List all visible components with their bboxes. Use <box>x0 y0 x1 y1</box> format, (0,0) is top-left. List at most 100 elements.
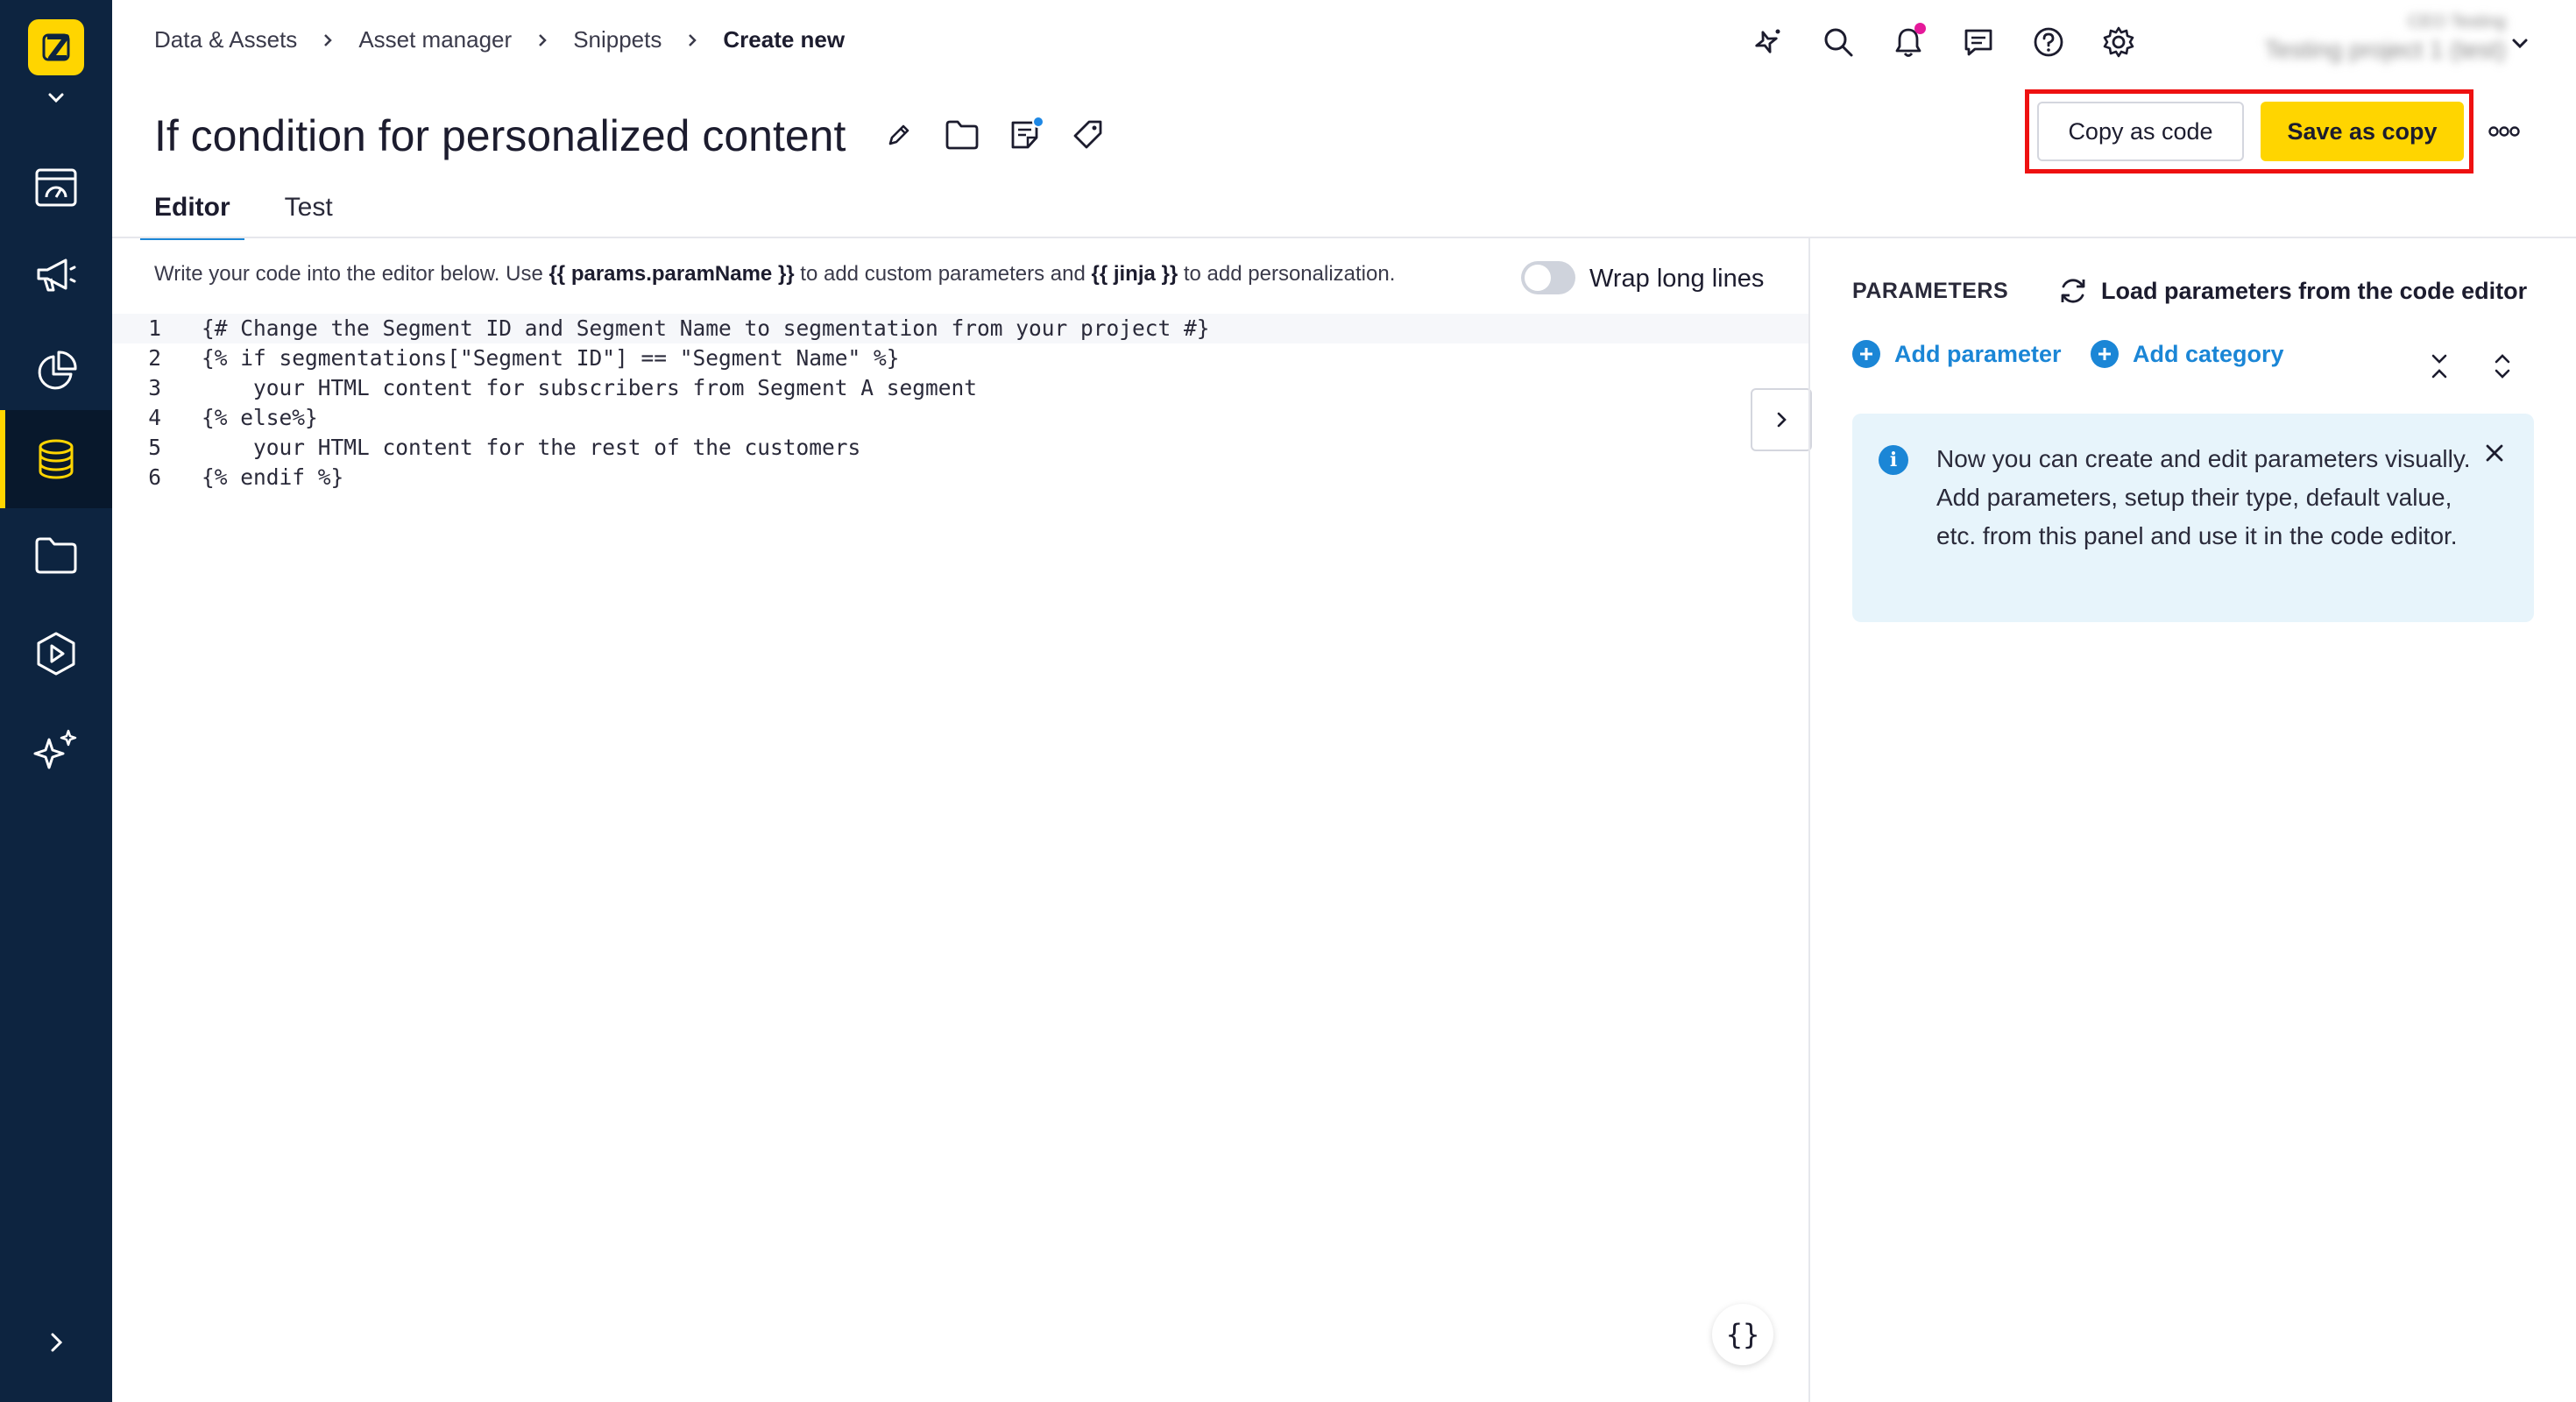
add-parameter-label: Add parameter <box>1894 340 2062 367</box>
code-line: 2 {% if segmentations["Segment ID"] == "S… <box>112 343 1808 373</box>
tab-editor[interactable]: Editor <box>140 188 244 240</box>
breadcrumb-item-snippets[interactable]: Snippets <box>573 26 662 53</box>
ai-assistant-button[interactable] <box>1749 23 1787 61</box>
close-banner-button[interactable] <box>2480 438 2509 468</box>
more-options-button[interactable] <box>2485 114 2523 149</box>
hint-param-syntax: {{ params.paramName }} <box>548 262 795 286</box>
code-line: 6 {% endif %} <box>112 463 1808 492</box>
move-to-folder-button[interactable] <box>943 116 981 154</box>
help-button[interactable] <box>2029 23 2068 61</box>
refresh-icon <box>2056 273 2091 308</box>
breadcrumb-current: Create new <box>723 26 846 53</box>
load-parameters-button[interactable]: Load parameters from the code editor <box>2056 273 2527 308</box>
copy-as-code-button[interactable]: Copy as code <box>2037 102 2244 161</box>
hint-suffix: to add personalization. <box>1178 262 1396 286</box>
database-icon <box>39 439 74 479</box>
project-name: Testing project 1 (test) <box>2264 36 2506 63</box>
breadcrumb-item-data-assets[interactable]: Data & Assets <box>154 26 297 53</box>
collapse-all-button[interactable] <box>2422 347 2457 386</box>
braces-icon: {} <box>1725 1318 1760 1351</box>
close-icon <box>2486 444 2503 462</box>
chevron-right-icon <box>684 32 700 48</box>
wrap-lines-toggle[interactable] <box>1521 261 1575 294</box>
folder-icon <box>945 120 979 150</box>
settings-button[interactable] <box>2099 23 2138 61</box>
play-icon <box>37 632 75 676</box>
code-editor[interactable]: 1 {# Change the Segment ID and Segment Na… <box>112 314 1808 492</box>
plus-circle-icon <box>2091 340 2119 368</box>
expand-all-button[interactable] <box>2485 347 2520 386</box>
line-number: 4 <box>148 405 161 430</box>
format-code-button[interactable]: {} <box>1712 1304 1773 1365</box>
chevron-down-icon[interactable] <box>2506 30 2534 58</box>
collapse-all-icon <box>2431 354 2447 379</box>
code-text: {# Change the Segment ID and Segment Nam… <box>202 315 1210 341</box>
rail-item-campaigns[interactable] <box>0 226 112 324</box>
pie-chart-icon <box>38 350 77 390</box>
rail-item-analytics[interactable] <box>0 322 112 421</box>
code-text: {% else%} <box>202 405 318 430</box>
line-number: 6 <box>148 464 161 490</box>
code-text: your HTML content for the rest of the cu… <box>202 435 861 460</box>
rail-item-media[interactable] <box>0 605 112 703</box>
code-text: {% if segmentations["Segment ID"] == "Se… <box>202 345 900 371</box>
brand-logo[interactable] <box>28 19 84 75</box>
gear-icon <box>2103 26 2134 58</box>
help-icon <box>2034 27 2063 57</box>
line-number: 2 <box>148 345 161 371</box>
breadcrumb-item-asset-manager[interactable]: Asset manager <box>358 26 512 53</box>
rail-item-ai[interactable] <box>0 701 112 799</box>
panel-divider <box>1808 238 1810 1402</box>
folder-icon <box>35 537 77 574</box>
tabs-divider <box>112 237 2576 238</box>
account-switcher[interactable]: CEO Testing Testing project 1 (test) <box>2217 7 2506 70</box>
notes-indicator-dot <box>1032 116 1044 128</box>
save-as-copy-button[interactable]: Save as copy <box>2261 102 2464 161</box>
wrap-lines-label: Wrap long lines <box>1589 265 1765 293</box>
code-text: your HTML content for subscribers from S… <box>202 375 978 400</box>
search-button[interactable] <box>1819 23 1858 61</box>
sparkles-icon <box>33 729 77 769</box>
hint-jinja-syntax: {{ jinja }} <box>1091 262 1178 286</box>
tab-test[interactable]: Test <box>271 188 347 240</box>
hint-prefix: Write your code into the editor below. U… <box>154 262 549 286</box>
edit-title-button[interactable] <box>880 116 918 154</box>
expand-rail-button[interactable] <box>35 1321 77 1363</box>
account-name: CEO Testing <box>2408 12 2506 32</box>
chat-icon <box>1964 29 1992 56</box>
rail-item-data-assets[interactable] <box>0 410 112 508</box>
hint-middle: to add custom parameters and <box>794 262 1092 286</box>
messages-button[interactable] <box>1959 23 1998 61</box>
rail-item-files[interactable] <box>0 506 112 605</box>
notifications-button[interactable] <box>1889 23 1928 61</box>
chevron-right-icon <box>534 32 550 48</box>
logo-icon <box>42 33 70 61</box>
top-toolbar <box>1749 23 2169 61</box>
chevron-right-icon <box>320 32 336 48</box>
title-actions <box>880 116 1132 154</box>
line-number: 5 <box>148 435 161 460</box>
add-parameter-button[interactable]: Add parameter <box>1852 340 2062 368</box>
toggle-knob <box>1525 265 1551 291</box>
code-line: 3 your HTML content for subscribers from… <box>112 373 1808 403</box>
pencil-icon <box>888 124 909 145</box>
toggle-side-panel-button[interactable] <box>1751 388 1812 451</box>
megaphone-icon <box>37 258 76 292</box>
add-category-button[interactable]: Add category <box>2091 340 2284 368</box>
chevron-down-icon[interactable] <box>42 84 70 112</box>
chevron-right-icon <box>1777 412 1787 428</box>
code-line: 1 {# Change the Segment ID and Segment Na… <box>112 314 1808 343</box>
code-text: {% endif %} <box>202 464 344 490</box>
info-banner: i Now you can create and edit parameters… <box>1852 414 2534 622</box>
editor-hint: Write your code into the editor below. U… <box>154 262 1395 287</box>
notification-badge <box>1914 23 1926 34</box>
code-line: 4 {% else%} <box>112 403 1808 433</box>
load-parameters-label: Load parameters from the code editor <box>2101 277 2528 304</box>
editor-tabs: Editor Test <box>140 188 373 240</box>
tags-button[interactable] <box>1069 116 1108 154</box>
plus-circle-icon <box>1852 340 1880 368</box>
breadcrumb: Data & Assets Asset manager Snippets Cre… <box>154 26 845 53</box>
line-number: 1 <box>148 315 161 341</box>
rail-item-dashboards[interactable] <box>0 138 112 237</box>
notes-button[interactable] <box>1006 116 1044 154</box>
